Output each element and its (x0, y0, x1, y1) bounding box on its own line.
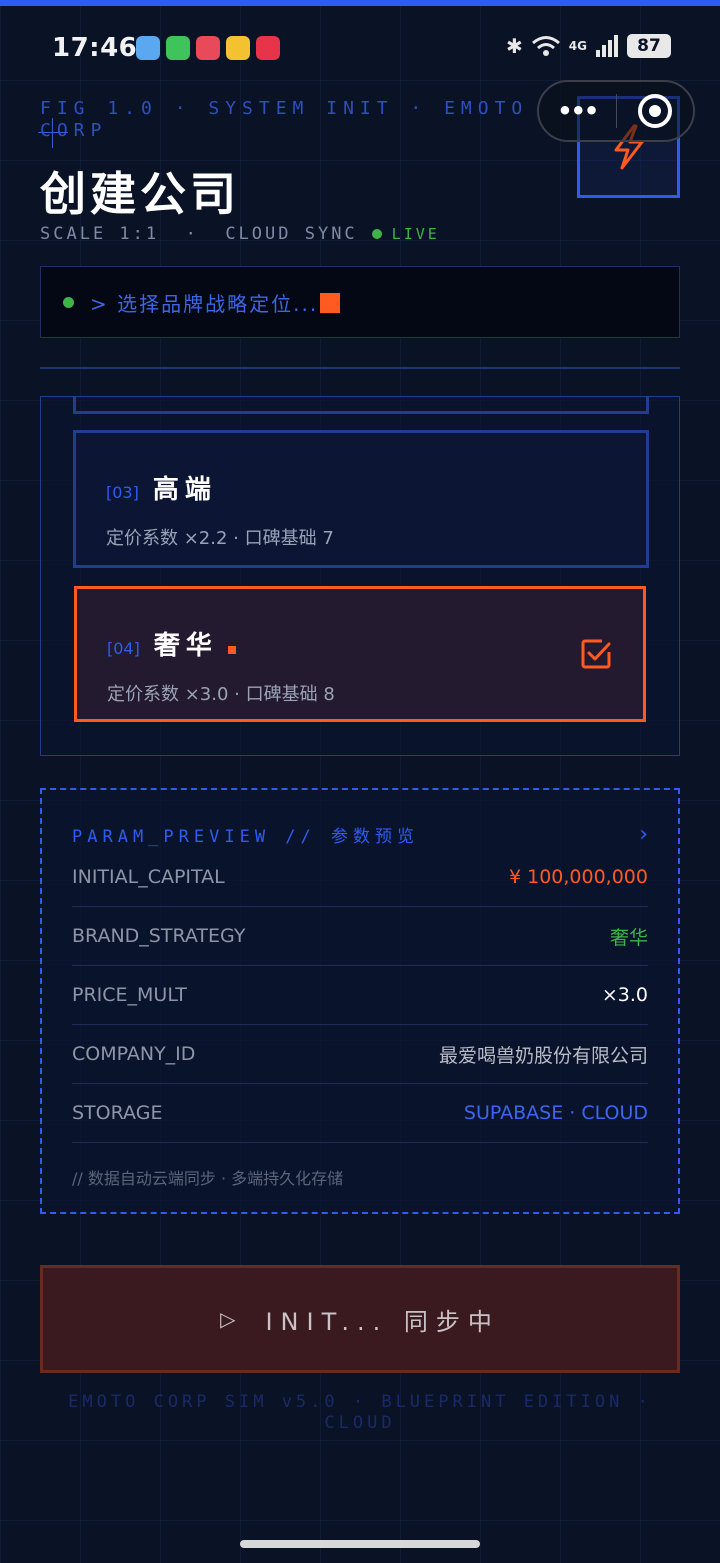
option-name: 奢华 (153, 631, 218, 661)
terminal-prompt: > 选择品牌战略定位... (40, 266, 680, 338)
terminal-message: > 选择品牌战略定位... (90, 291, 319, 316)
live-indicator-icon (371, 229, 382, 239)
param-preview-title: PARAM_PREVIEW // 参数预览 (72, 826, 419, 847)
terminal-text: > 选择品牌战略定位... (90, 288, 341, 317)
option-description: 定价系数 ×2.2 · 口碑基础 7 (106, 528, 334, 549)
checkbox-checked-icon (581, 639, 611, 669)
page-title: 创建公司 (40, 167, 240, 221)
param-value: SUPABASE · CLOUD (463, 1102, 648, 1124)
separator-dot: · (159, 224, 226, 244)
param-key: INITIAL_CAPITAL (72, 866, 225, 888)
target-icon (637, 94, 672, 128)
phone-icon (166, 36, 190, 60)
param-footnote: // 数据自动云端同步 · 多端持久化存储 (72, 1169, 344, 1188)
sync-text: CLOUD SYNC (225, 224, 358, 244)
param-key: COMPANY_ID (72, 1043, 196, 1065)
option-number: [04] (107, 639, 140, 658)
option-card-premium[interactable]: [03] 高端 定价系数 ×2.2 · 口碑基础 7 (73, 430, 649, 568)
param-row: STORAGE SUPABASE · CLOUD (72, 1084, 648, 1143)
notes-icon (226, 36, 250, 60)
param-value: 奢华 (609, 926, 648, 949)
signal-icon (595, 35, 618, 57)
top-accent-line (0, 0, 720, 6)
social-icon (256, 36, 280, 60)
footer-version: EMOTO CORP SIM v5.0 · BLUEPRINT EDITION … (68, 1392, 652, 1433)
section-divider (40, 367, 680, 369)
init-button[interactable]: ▷ INIT... 同步中 (40, 1265, 680, 1373)
battery-indicator: 87 (626, 34, 671, 58)
scale-text: SCALE 1:1 (40, 224, 160, 244)
status-right: ✱ 4G 87 (506, 34, 671, 58)
param-key: STORAGE (72, 1102, 163, 1124)
init-button-label: INIT... 同步中 (265, 1307, 500, 1336)
param-key: BRAND_STRATEGY (72, 925, 246, 947)
param-value: ¥ 100,000,000 (508, 866, 648, 888)
param-row: COMPANY_ID 最爱喝兽奶股份有限公司 (72, 1025, 648, 1084)
param-value: 最爱喝兽奶股份有限公司 (438, 1044, 648, 1067)
status-dot-icon (63, 296, 74, 308)
fig-caption: FIG 1.0 · SYSTEM INIT · EMOTO CORP (40, 98, 529, 141)
wifi-icon (531, 36, 560, 56)
selected-marker (227, 646, 236, 654)
param-key: PRICE_MULT (72, 984, 187, 1006)
param-preview-panel: PARAM_PREVIEW // 参数预览 › INITIAL_CAPITAL … (40, 788, 680, 1214)
status-time: 17:46 (52, 33, 138, 63)
option-description: 定价系数 ×3.0 · 口碑基础 8 (107, 684, 335, 705)
option-number: [03] (106, 483, 139, 502)
chevron-right-icon[interactable]: › (639, 822, 648, 847)
home-indicator[interactable] (240, 1540, 480, 1548)
bluetooth-icon: ✱ (506, 34, 523, 58)
game-icon (196, 36, 220, 60)
close-button[interactable] (617, 94, 694, 128)
param-value: ×3.0 (601, 984, 648, 1006)
crosshair-icon (38, 118, 68, 148)
option-card-luxury[interactable]: [04] 奢华 定价系数 ×3.0 · 口碑基础 8 (74, 586, 646, 722)
play-icon: ▷ (220, 1307, 236, 1331)
cursor-block (320, 292, 341, 313)
scale-line: SCALE 1:1 · CLOUD SYNC LIVE (40, 224, 440, 244)
option-name: 高端 (152, 475, 217, 505)
param-row: INITIAL_CAPITAL ¥ 100,000,000 (72, 848, 648, 907)
weather-icon (136, 36, 160, 60)
param-row: BRAND_STRATEGY 奢华 (72, 907, 648, 966)
param-row: PRICE_MULT ×3.0 (72, 966, 648, 1025)
option-card-partial[interactable] (73, 396, 649, 414)
live-label: LIVE (391, 225, 440, 243)
mini-program-capsule: ••• (537, 80, 695, 142)
status-app-icons (136, 36, 280, 60)
network-type: 4G (568, 39, 587, 53)
